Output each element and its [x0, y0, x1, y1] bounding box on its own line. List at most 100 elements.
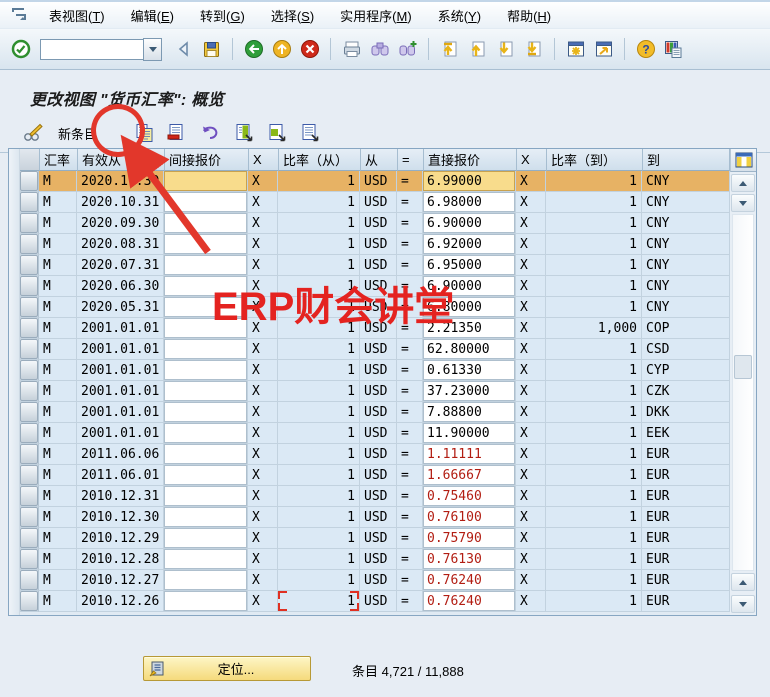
- select-block-button[interactable]: [264, 120, 290, 146]
- cell-indirect-quote[interactable]: [164, 591, 248, 612]
- column-header[interactable]: 有效从: [78, 149, 165, 171]
- row-selector-button[interactable]: [20, 381, 38, 401]
- cell-direct-quote[interactable]: 6.90000: [423, 213, 516, 234]
- new-session-button[interactable]: [563, 37, 588, 62]
- cell-valid-from[interactable]: 2010.12.30: [77, 507, 164, 528]
- cell-rate-type[interactable]: M: [39, 402, 77, 423]
- row-selector-button[interactable]: [20, 276, 38, 296]
- scroll-down-button[interactable]: [731, 194, 755, 212]
- cell-ratio-to[interactable]: 1: [546, 507, 642, 528]
- cell-indirect-quote[interactable]: [164, 213, 248, 234]
- cell-direct-quote[interactable]: 6.99000: [423, 171, 516, 192]
- scrollbar-track[interactable]: [732, 214, 754, 571]
- column-header[interactable]: 间接报价: [165, 149, 249, 171]
- cell-ratio-from[interactable]: 1: [278, 234, 360, 255]
- cell-rate-type[interactable]: M: [39, 339, 77, 360]
- cell-valid-from[interactable]: 2001.01.01: [77, 402, 164, 423]
- scroll-up-button[interactable]: [731, 174, 755, 192]
- save-button[interactable]: [199, 37, 224, 62]
- cell-rate-type[interactable]: M: [39, 171, 77, 192]
- command-dropdown-button[interactable]: [143, 38, 162, 61]
- cell-indirect-quote[interactable]: [164, 486, 248, 507]
- cell-direct-quote[interactable]: 1.66667: [423, 465, 516, 486]
- cell-ratio-to[interactable]: 1: [546, 360, 642, 381]
- row-selector[interactable]: [20, 213, 39, 234]
- row-selector[interactable]: [20, 486, 39, 507]
- cell-direct-quote[interactable]: 2.21350: [423, 318, 516, 339]
- cell-ratio-to[interactable]: 1: [546, 549, 642, 570]
- cell-ratio-to[interactable]: 1: [546, 171, 642, 192]
- command-field[interactable]: [40, 39, 143, 60]
- menu-item[interactable]: 表视图(T): [36, 4, 118, 27]
- cell-rate-type[interactable]: M: [39, 549, 77, 570]
- row-selector[interactable]: [20, 255, 39, 276]
- cell-rate-type[interactable]: M: [39, 276, 77, 297]
- row-selector[interactable]: [20, 423, 39, 444]
- cell-indirect-quote[interactable]: [164, 528, 248, 549]
- cell-rate-type[interactable]: M: [39, 591, 77, 612]
- row-selector[interactable]: [20, 402, 39, 423]
- cell-indirect-quote[interactable]: [164, 339, 248, 360]
- display-change-button[interactable]: [20, 120, 46, 146]
- row-selector[interactable]: [20, 171, 39, 192]
- cell-indirect-quote[interactable]: [164, 549, 248, 570]
- cell-direct-quote[interactable]: 0.76100: [423, 507, 516, 528]
- back-button[interactable]: [241, 37, 266, 62]
- cell-ratio-to[interactable]: 1: [546, 192, 642, 213]
- cell-rate-type[interactable]: M: [39, 465, 77, 486]
- cell-direct-quote[interactable]: 6.92000: [423, 234, 516, 255]
- cell-ratio-from[interactable]: 1: [278, 213, 360, 234]
- cell-ratio-to[interactable]: 1: [546, 570, 642, 591]
- back-list-button[interactable]: [171, 37, 196, 62]
- cell-direct-quote[interactable]: 6.98000: [423, 192, 516, 213]
- cell-ratio-to[interactable]: 1: [546, 486, 642, 507]
- cell-ratio-from[interactable]: 1: [278, 360, 360, 381]
- cell-ratio-from[interactable]: 1: [278, 465, 360, 486]
- page-up-button[interactable]: [465, 37, 490, 62]
- first-page-button[interactable]: [437, 37, 462, 62]
- cell-direct-quote[interactable]: 0.76130: [423, 549, 516, 570]
- row-selector-button[interactable]: [20, 192, 38, 212]
- menu-item[interactable]: 选择(S): [258, 4, 327, 27]
- cell-ratio-from[interactable]: 1: [278, 402, 360, 423]
- menu-item[interactable]: 转到(G): [187, 4, 258, 27]
- cell-rate-type[interactable]: M: [39, 528, 77, 549]
- cell-indirect-quote[interactable]: [164, 276, 248, 297]
- row-selector[interactable]: [20, 192, 39, 213]
- cell-direct-quote[interactable]: 6.90000: [423, 276, 516, 297]
- table-settings-button[interactable]: [730, 149, 756, 172]
- cell-valid-from[interactable]: 2010.12.26: [77, 591, 164, 612]
- cell-valid-from[interactable]: 2010.12.27: [77, 570, 164, 591]
- create-shortcut-button[interactable]: [591, 37, 616, 62]
- cell-indirect-quote[interactable]: [164, 360, 248, 381]
- cell-direct-quote[interactable]: 7.88800: [423, 402, 516, 423]
- select-all-button[interactable]: [231, 120, 257, 146]
- cell-valid-from[interactable]: 2011.06.06: [77, 444, 164, 465]
- last-page-button[interactable]: [521, 37, 546, 62]
- cell-indirect-quote[interactable]: [164, 255, 248, 276]
- cell-valid-from[interactable]: 2001.01.01: [77, 381, 164, 402]
- cell-ratio-to[interactable]: 1: [546, 255, 642, 276]
- row-selector-button[interactable]: [20, 171, 38, 191]
- cell-ratio-from[interactable]: 1: [278, 423, 360, 444]
- cell-ratio-from[interactable]: 1: [278, 171, 360, 192]
- cell-ratio-from[interactable]: 1: [278, 549, 360, 570]
- cell-valid-from[interactable]: 2011.06.01: [77, 465, 164, 486]
- copy-button[interactable]: [131, 120, 157, 146]
- cancel-button[interactable]: [297, 37, 322, 62]
- cell-ratio-from[interactable]: 1: [278, 192, 360, 213]
- row-selector-button[interactable]: [20, 507, 38, 527]
- cell-ratio-from[interactable]: 1: [278, 507, 360, 528]
- cell-ratio-to[interactable]: 1: [546, 234, 642, 255]
- column-header[interactable]: 到: [643, 149, 730, 171]
- cell-indirect-quote[interactable]: [164, 402, 248, 423]
- deselect-all-button[interactable]: [297, 120, 323, 146]
- cell-rate-type[interactable]: M: [39, 507, 77, 528]
- cell-valid-from[interactable]: 2001.01.01: [77, 423, 164, 444]
- cell-direct-quote[interactable]: 0.75790: [423, 528, 516, 549]
- cell-rate-type[interactable]: M: [39, 570, 77, 591]
- row-selector-button[interactable]: [20, 213, 38, 233]
- cell-valid-from[interactable]: 2010.12.29: [77, 528, 164, 549]
- cell-direct-quote[interactable]: 37.23000: [423, 381, 516, 402]
- cell-valid-from[interactable]: 2001.01.01: [77, 318, 164, 339]
